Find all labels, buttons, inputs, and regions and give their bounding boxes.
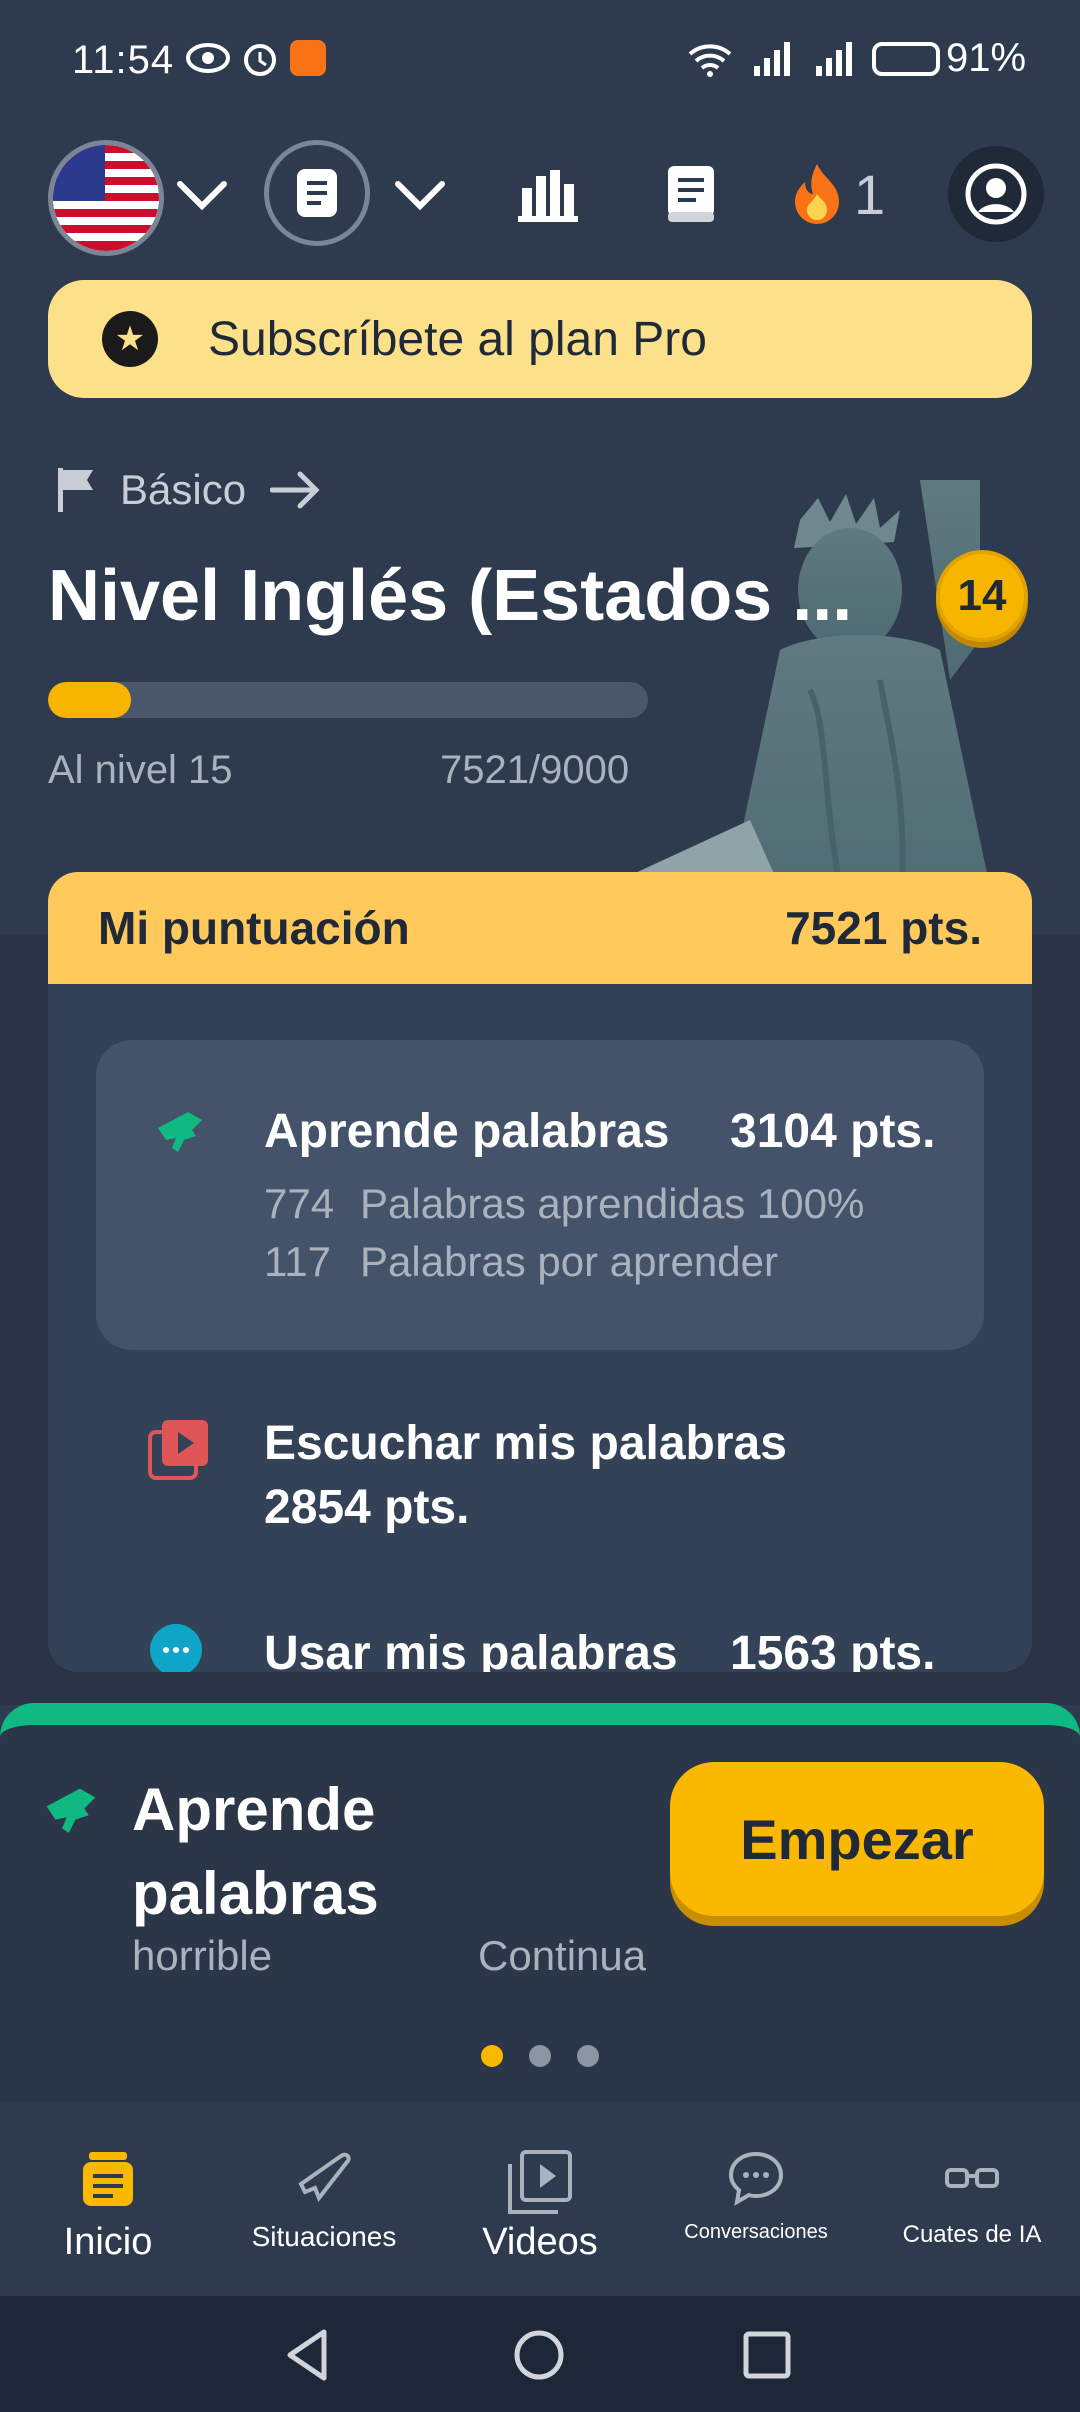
streak-count: 1 xyxy=(854,163,886,226)
learned-label: Palabras aprendidas 100% xyxy=(360,1180,865,1227)
nav-label: Inicio xyxy=(63,2221,153,2263)
battery-icon xyxy=(872,42,940,76)
video-icon xyxy=(508,2150,572,2214)
star-icon: ★ xyxy=(102,311,158,367)
level-tier-link[interactable]: Básico xyxy=(54,460,322,520)
alarm-icon xyxy=(240,38,280,83)
nav-label: Cuates de IA xyxy=(902,2221,1042,2248)
activity-title: Usar mis palabras xyxy=(264,1627,678,1672)
flag-icon xyxy=(58,468,93,512)
signal-icon-2 xyxy=(814,40,856,81)
status-time: 11:54 xyxy=(72,38,175,82)
mode-selector-button[interactable] xyxy=(264,140,370,246)
nav-item-home[interactable]: Inicio xyxy=(0,2150,216,2264)
activity-title: Aprende palabras xyxy=(264,1105,670,1158)
document-icon xyxy=(297,169,337,217)
activity-title: Escuchar mis palabras xyxy=(264,1417,787,1470)
carousel-word-2: Continua xyxy=(478,1932,646,1979)
carousel-dot-active[interactable] xyxy=(481,2045,503,2067)
recents-icon[interactable] xyxy=(742,2330,792,2380)
carousel-dot[interactable] xyxy=(577,2045,599,2067)
learned-count: 774 xyxy=(264,1180,335,1227)
to-learn-label: Palabras por aprender xyxy=(360,1238,778,1285)
pointing-hand-icon xyxy=(46,1788,96,1833)
activity-listen-words[interactable]: Escuchar mis palabras 2854 pts. xyxy=(96,1382,984,1552)
wifi-icon xyxy=(686,40,734,85)
level-title: Nivel Inglés (Estados ... xyxy=(48,556,853,636)
plane-icon xyxy=(298,2152,351,2202)
eye-icon xyxy=(186,40,230,81)
score-header: Mi puntuación 7521 pts. xyxy=(48,872,1032,984)
system-navigation-bar xyxy=(0,2296,1080,2412)
next-level-label: Al nivel 15 xyxy=(48,748,233,792)
activity-use-words[interactable]: Usar mis palabras 1563 pts. xyxy=(96,1612,984,1672)
level-tier-label: Básico xyxy=(120,466,247,513)
pro-banner-label: Subscríbete al plan Pro xyxy=(208,312,707,366)
app-notification-icon xyxy=(290,40,326,76)
activity-points: 1563 pts. xyxy=(730,1627,936,1672)
status-bar: 11:54 91% xyxy=(0,0,1080,120)
glasses-icon xyxy=(945,2168,999,2188)
progress-text: 7521/9000 xyxy=(440,748,630,792)
nav-item-conversations[interactable]: Conversaciones xyxy=(648,2150,864,2244)
activity-points: 2854 pts. xyxy=(264,1481,470,1534)
nav-label: Videos xyxy=(482,2221,598,2263)
level-badge: 14 xyxy=(936,550,1028,642)
flame-icon[interactable] xyxy=(790,160,844,231)
back-icon[interactable] xyxy=(282,2328,336,2382)
chat-bubble-icon xyxy=(150,1624,202,1672)
pointing-hand-icon xyxy=(158,1112,202,1152)
nav-item-videos[interactable]: Videos xyxy=(432,2150,648,2264)
score-card: Mi puntuación 7521 pts. Aprende palabras… xyxy=(48,872,1032,1672)
language-flag-button[interactable] xyxy=(48,140,164,256)
start-button[interactable]: Empezar xyxy=(670,1762,1044,1916)
activity-learn-words[interactable]: Aprende palabras 3104 pts. 774 Palabras … xyxy=(96,1040,984,1350)
nav-item-situations[interactable]: Situaciones xyxy=(216,2150,432,2253)
nav-label: Situaciones xyxy=(251,2221,397,2252)
carousel-dot[interactable] xyxy=(529,2045,551,2067)
home-icon[interactable] xyxy=(512,2328,566,2382)
level-progress-bar xyxy=(48,682,648,718)
profile-button[interactable] xyxy=(948,146,1044,242)
nav-item-ai-buddies[interactable]: Cuates de IA xyxy=(864,2150,1080,2249)
signal-icon xyxy=(752,40,794,81)
pro-subscription-banner[interactable]: ★ Subscríbete al plan Pro xyxy=(48,280,1032,398)
chevron-down-icon-2[interactable] xyxy=(390,164,450,229)
carousel-word: horrible xyxy=(132,1932,273,1979)
score-header-value: 7521 pts. xyxy=(785,902,982,954)
chevron-down-icon[interactable] xyxy=(172,164,232,229)
video-playlist-icon xyxy=(148,1420,208,1480)
activity-points: 3104 pts. xyxy=(730,1105,936,1158)
battery-text: 91% xyxy=(946,36,1027,80)
level-progress-fill xyxy=(48,682,132,718)
home-cards-icon xyxy=(83,2152,133,2206)
nav-label: Conversaciones xyxy=(684,2221,828,2243)
chat-icon xyxy=(728,2151,784,2206)
arrow-right-icon xyxy=(270,471,320,509)
to-learn-count: 117 xyxy=(264,1238,331,1285)
sheet-title: Aprende palabras xyxy=(132,1776,379,1927)
user-icon xyxy=(965,163,1027,225)
dictionary-icon[interactable] xyxy=(664,164,718,229)
score-header-label: Mi puntuación xyxy=(98,902,410,954)
leaderboard-icon[interactable] xyxy=(518,166,578,227)
